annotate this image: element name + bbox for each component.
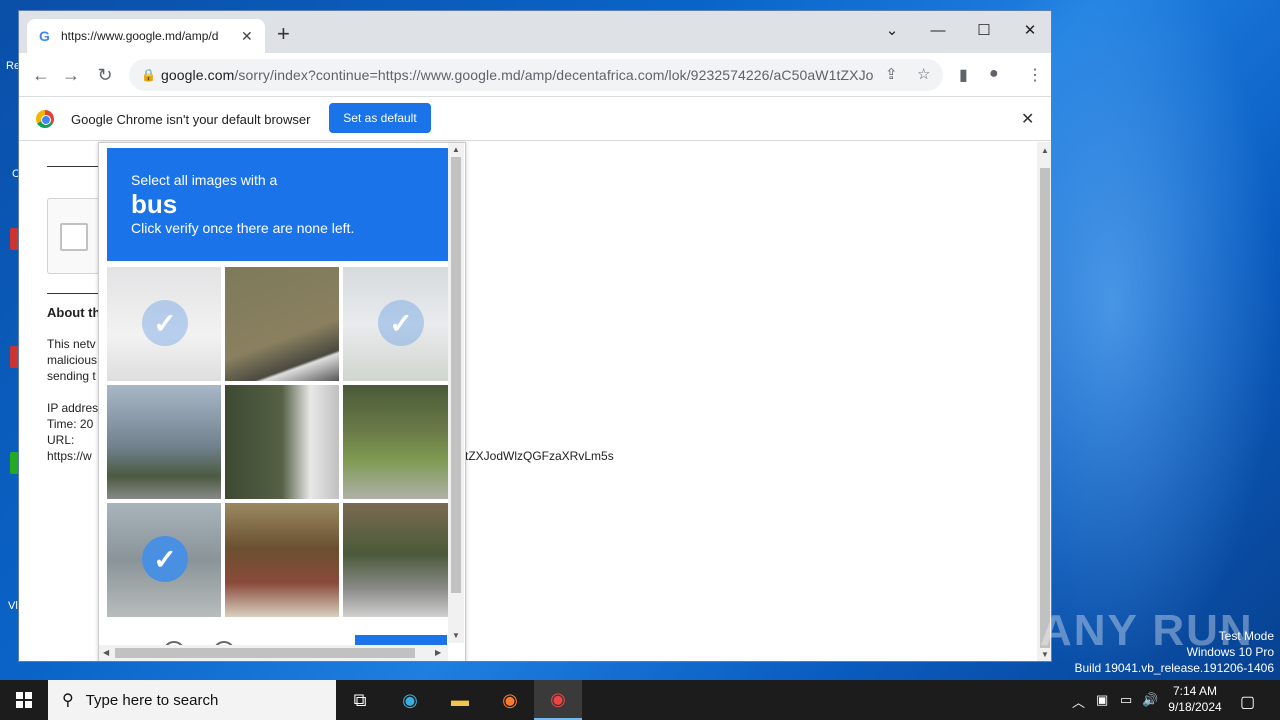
close-window-button[interactable]: ✕ [1007,15,1051,45]
address-bar[interactable]: 🔒 google.com/sorry/index?continue=https:… [129,59,943,91]
volume-icon[interactable]: 🔊 [1142,692,1158,708]
taskbar-search-box[interactable]: ⚲ Type here to search [48,680,336,720]
scroll-thumb[interactable] [115,648,415,658]
challenge-tile[interactable]: ✓ [343,267,457,381]
body-line: malicious [47,353,98,367]
divider [47,293,99,294]
tray-app-icon[interactable]: ▣ [1096,692,1108,708]
challenge-tile[interactable]: ✓ [107,267,221,381]
url-value-tail: tZXJodWlzQGFzaXRvLm5s [465,449,614,463]
taskbar: ⚲ Type here to search ⧉ ◉ ▬ ◉ ◉ ︿ ▣ ▭ 🔊 … [0,680,1280,720]
challenge-hint: Click verify once there are none left. [131,220,355,236]
challenge-tile[interactable]: ✓ [107,503,221,617]
back-arrow-icon[interactable]: ← [29,63,53,87]
tray-chevron-icon[interactable]: ︿ [1072,692,1085,711]
bookmark-star-icon[interactable]: ☆ [917,65,930,83]
clock-time: 7:14 AM [1172,684,1218,698]
taskbar-clock[interactable]: 7:14 AM 9/18/2024 [1162,683,1228,715]
search-icon: ⚲ [62,692,74,709]
profile-avatar-icon[interactable]: ● [989,65,999,83]
recaptcha-challenge-popup: Select all images with a bus Click verif… [98,142,466,661]
browser-tab[interactable]: G https://www.google.md/amp/d ✕ [27,19,265,53]
infobar-message: Google Chrome isn't your default browser [71,112,311,127]
default-browser-infobar: Google Chrome isn't your default browser… [19,97,1051,141]
firefox-icon[interactable]: ◉ [486,680,534,720]
page-content: About th This netv malicious sending t I… [19,142,1051,661]
challenge-header: Select all images with a bus Click verif… [107,148,448,261]
windows-logo-icon [16,692,32,708]
reload-icon[interactable]: ↻ [93,63,117,87]
chrome-window: G https://www.google.md/amp/d ✕ + ⌄ — ☐ … [18,10,1052,662]
new-tab-button[interactable]: + [277,23,290,45]
clock-date: 9/18/2024 [1168,700,1222,714]
challenge-tile[interactable] [343,503,457,617]
about-heading: About th [47,305,101,320]
page-vertical-scrollbar[interactable]: ▲ ▼ [1037,142,1051,661]
challenge-tile[interactable] [343,385,457,499]
search-placeholder: Type here to search [85,691,219,709]
side-panel-icon[interactable]: ▮ [959,65,968,85]
lock-icon: 🔒 [141,68,156,82]
tab-close-icon[interactable]: ✕ [241,28,253,45]
popup-horizontal-scrollbar[interactable]: ◀ ▶ [99,645,448,661]
time-label: Time: 20 [47,417,94,431]
scroll-left-icon[interactable]: ◀ [103,648,109,657]
google-favicon-icon: G [39,28,50,44]
notification-icon[interactable]: ▢ [1240,692,1255,712]
maximize-button[interactable]: ☐ [961,15,1007,45]
menu-dots-icon[interactable]: ⋮ [1027,65,1043,85]
watermark-line: Test Mode [1218,629,1274,643]
url-value: https://w [47,449,92,463]
share-icon[interactable]: ⇪ [885,65,898,83]
task-view-icon[interactable]: ⧉ [336,680,384,720]
desktop-icon-label[interactable]: Vl [8,600,18,612]
title-bar: G https://www.google.md/amp/d ✕ + ⌄ — ☐ … [19,11,1051,53]
recaptcha-checkbox[interactable] [60,223,88,251]
scroll-thumb[interactable] [1040,168,1050,648]
challenge-instruction: Select all images with a [131,172,278,188]
network-icon[interactable]: ▭ [1120,692,1132,708]
scroll-up-icon[interactable]: ▲ [452,145,460,154]
browser-toolbar: ← → ↻ 🔒 google.com/sorry/index?continue=… [19,53,1051,97]
infobar-close-icon[interactable]: ✕ [1021,109,1034,129]
tab-title: https://www.google.md/amp/d [61,29,219,43]
ip-address-label: IP addres [47,401,99,415]
scroll-thumb[interactable] [451,157,461,593]
challenge-tile[interactable] [107,385,221,499]
challenge-tile[interactable] [225,267,339,381]
checkmark-icon: ✓ [142,300,188,346]
challenge-tile[interactable] [225,385,339,499]
url-text: google.com/sorry/index?continue=https://… [161,67,873,83]
challenge-target: bus [131,189,178,219]
checkmark-icon: ✓ [378,300,424,346]
minimize-button[interactable]: — [915,15,961,45]
forward-arrow-icon[interactable]: → [59,63,83,87]
divider [47,166,99,167]
chrome-taskbar-icon[interactable]: ◉ [534,680,582,720]
file-explorer-icon[interactable]: ▬ [436,680,484,720]
scroll-down-icon[interactable]: ▼ [452,631,460,640]
scroll-up-icon[interactable]: ▲ [1041,146,1049,155]
checkmark-icon: ✓ [142,536,188,582]
watermark-line: Build 19041.vb_release.191206-1406 [1074,661,1275,675]
tab-search-chevron-icon[interactable]: ⌄ [869,15,915,45]
edge-icon[interactable]: ◉ [386,680,434,720]
scroll-right-icon[interactable]: ▶ [435,648,441,657]
chrome-logo-icon [36,110,54,128]
windows-test-mode-watermark: Test Mode Windows 10 Pro Build 19041.vb_… [1075,628,1275,676]
body-line: This netv [47,337,96,351]
body-line: sending t [47,369,96,383]
popup-vertical-scrollbar[interactable]: ▲ ▼ [448,143,464,643]
watermark-line: Windows 10 Pro [1186,645,1274,659]
challenge-tile[interactable] [225,503,339,617]
url-label: URL: [47,433,75,447]
set-as-default-button[interactable]: Set as default [329,103,431,133]
start-button[interactable] [0,680,48,720]
